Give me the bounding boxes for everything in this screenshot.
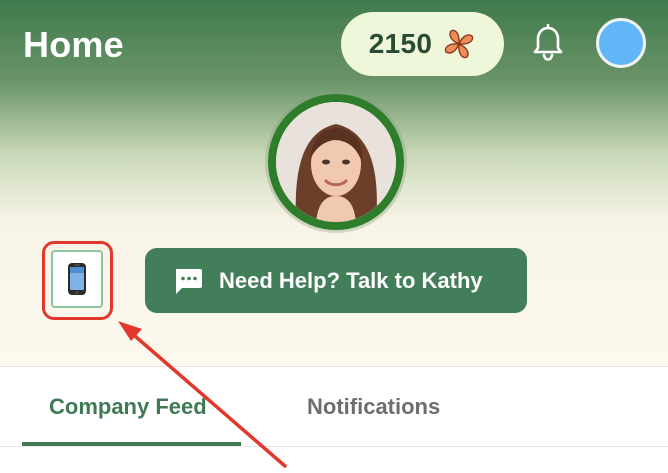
user-avatar[interactable] — [596, 18, 646, 68]
tab-bar: Company Feed Notifications — [0, 366, 668, 473]
points-badge[interactable]: 2150 — [341, 12, 504, 76]
chat-bubble-icon — [176, 268, 202, 294]
tab-notifications[interactable]: Notifications — [307, 394, 440, 420]
points-value: 2150 — [368, 28, 433, 59]
device-button[interactable] — [51, 250, 103, 308]
profile-image — [276, 102, 396, 222]
tab-company-feed[interactable]: Company Feed — [49, 394, 207, 420]
profile-photo[interactable] — [268, 94, 404, 230]
pinwheel-icon — [445, 29, 474, 59]
talk-to-kathy-button[interactable]: Need Help? Talk to Kathy — [145, 248, 527, 313]
help-button-label: Need Help? Talk to Kathy — [219, 267, 483, 293]
page-title: Home — [23, 24, 124, 65]
tab-divider — [0, 446, 668, 447]
bell-icon[interactable] — [531, 24, 565, 62]
mobile-phone-icon — [68, 263, 86, 295]
